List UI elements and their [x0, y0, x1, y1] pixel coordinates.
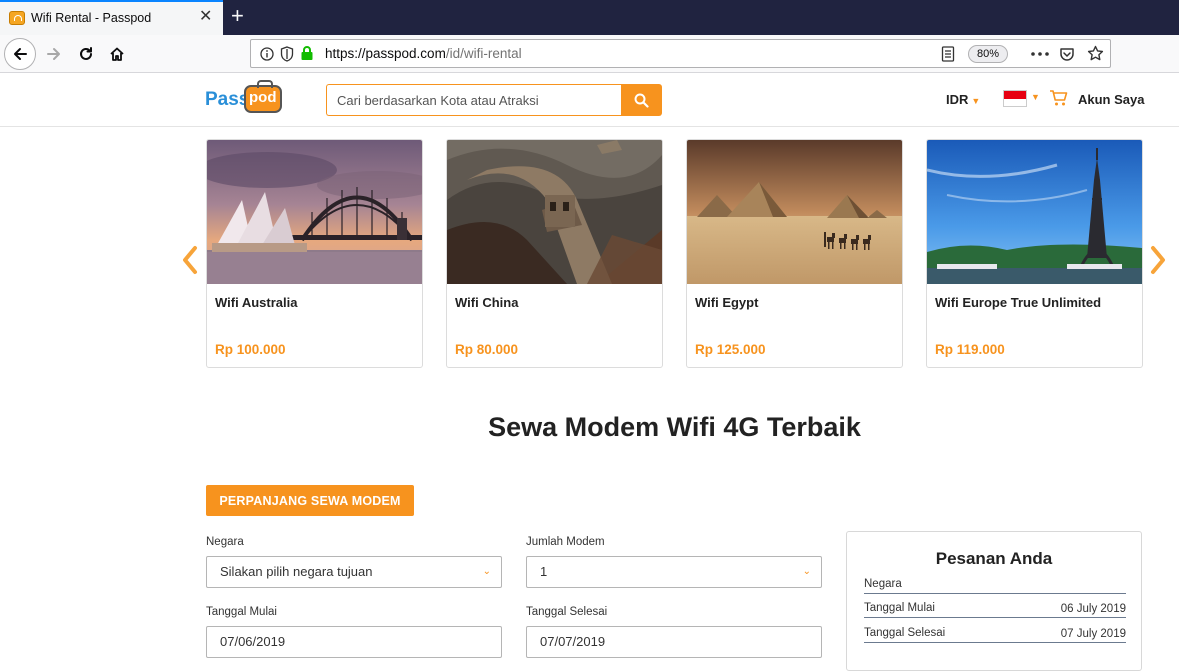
back-button[interactable] [4, 38, 36, 70]
reload-icon [80, 47, 92, 60]
reload-button[interactable] [70, 38, 102, 70]
site-header: Pass pod IDR▼ ▼ Akun Saya [0, 73, 1179, 127]
passpod-favicon-icon [9, 11, 25, 25]
page-actions-more-icon[interactable] [1031, 52, 1049, 56]
summary-row-country: Negara [864, 570, 1126, 594]
product-price: Rp 100.000 [215, 342, 286, 357]
language-chevron-down-icon[interactable]: ▼ [1031, 92, 1040, 102]
carousel-prev-arrow-icon[interactable] [180, 245, 200, 275]
chevron-down-icon: ▼ [971, 95, 981, 106]
bookmark-star-icon[interactable] [1087, 45, 1104, 62]
logo-text-pass: Pass [205, 89, 250, 110]
reader-view-icon[interactable] [941, 46, 955, 62]
zoom-level-badge[interactable]: 80% [968, 45, 1008, 63]
browser-tab-bar: Wifi Rental - Passpod ✕ + [0, 0, 1179, 35]
home-button[interactable] [101, 38, 133, 70]
browser-toolbar: https://passpod.com/id/wifi-rental 80% [0, 35, 1179, 73]
country-select[interactable]: Silakan pilih negara tujuan ⌄ [206, 556, 502, 588]
extend-rental-button[interactable]: PERPANJANG SEWA MODEM [206, 485, 414, 516]
start-date-input[interactable]: 07/06/2019 [206, 626, 502, 658]
country-select-value: Silakan pilih negara tujuan [220, 564, 373, 579]
secure-lock-icon[interactable] [300, 45, 314, 61]
info-icon[interactable] [260, 47, 274, 61]
country-label: Negara [206, 536, 244, 548]
forward-arrow-icon [47, 48, 60, 60]
product-title: Wifi Australia [215, 295, 298, 310]
summary-value: 06 July 2019 [1060, 603, 1126, 615]
logo-suitcase-icon: pod [244, 80, 282, 113]
new-tab-button[interactable]: + [231, 3, 244, 29]
product-card-china[interactable]: Wifi China Rp 80.000 [446, 139, 663, 368]
logo-text-pod: pod [249, 89, 277, 106]
eiffel-tower-image [927, 140, 1142, 284]
quantity-select-value: 1 [540, 564, 548, 579]
back-arrow-icon [14, 48, 27, 60]
search-button[interactable] [621, 84, 662, 116]
url-host: https://passpod.com [325, 46, 446, 61]
product-price: Rp 125.000 [695, 342, 766, 357]
start-date-label: Tanggal Mulai [206, 606, 277, 618]
great-wall-image [447, 140, 662, 284]
cart-icon[interactable] [1049, 89, 1069, 107]
summary-row-start-date: Tanggal Mulai 06 July 2019 [864, 594, 1126, 618]
product-card-egypt[interactable]: Wifi Egypt Rp 125.000 [686, 139, 903, 368]
quantity-select[interactable]: 1 ⌄ [526, 556, 822, 588]
tab-title: Wifi Rental - Passpod [31, 11, 152, 25]
forward-button[interactable] [38, 38, 70, 70]
product-card-europe[interactable]: Wifi Europe True Unlimited Rp 119.000 [926, 139, 1143, 368]
carousel-next-arrow-icon[interactable] [1148, 245, 1168, 275]
page-title: Sewa Modem Wifi 4G Terbaik [488, 412, 861, 442]
indonesia-flag-icon[interactable] [1003, 90, 1027, 107]
currency-label: IDR [946, 92, 969, 107]
close-tab-icon[interactable]: ✕ [199, 9, 212, 25]
home-icon [110, 47, 124, 61]
start-date-value: 07/06/2019 [220, 634, 286, 649]
order-summary-title: Pesanan Anda [935, 549, 1053, 568]
currency-selector[interactable]: IDR ▼ [946, 92, 980, 107]
product-price: Rp 80.000 [455, 342, 519, 357]
tracking-shield-icon[interactable] [280, 46, 294, 62]
end-date-input[interactable]: 07/07/2019 [526, 626, 822, 658]
pyramids-image [687, 140, 902, 284]
end-date-value: 07/07/2019 [540, 634, 606, 649]
product-title: Wifi China [455, 295, 519, 310]
order-summary-panel: Pesanan Anda Negara Tanggal Mulai 06 Jul… [846, 531, 1142, 671]
summary-value: 07 July 2019 [1060, 628, 1126, 640]
url-path: /id/wifi-rental [445, 46, 522, 61]
chevron-down-icon: ⌄ [802, 566, 811, 577]
summary-row-end-date: Tanggal Selesai 07 July 2019 [864, 619, 1126, 643]
summary-key: Negara [864, 578, 902, 590]
quantity-label: Jumlah Modem [526, 536, 605, 548]
end-date-label: Tanggal Selesai [526, 606, 608, 618]
url-text[interactable]: https://passpod.com/id/wifi-rental [325, 46, 522, 61]
product-title: Wifi Egypt [695, 295, 759, 310]
sydney-opera-house-image [207, 140, 422, 284]
summary-key: Tanggal Selesai [864, 627, 946, 639]
url-bar[interactable]: https://passpod.com/id/wifi-rental 80% [250, 39, 1111, 68]
product-card-australia[interactable]: Wifi Australia Rp 100.000 [206, 139, 423, 368]
summary-key: Tanggal Mulai [864, 602, 935, 614]
chevron-down-icon: ⌄ [482, 566, 491, 577]
passpod-logo[interactable]: Pass pod [205, 80, 285, 117]
pocket-icon[interactable] [1059, 46, 1075, 62]
browser-tab[interactable]: Wifi Rental - Passpod ✕ [0, 0, 223, 35]
product-title: Wifi Europe True Unlimited [935, 295, 1102, 310]
search-input[interactable] [326, 84, 622, 116]
account-link[interactable]: Akun Saya [1078, 92, 1144, 107]
product-price: Rp 119.000 [935, 342, 1005, 357]
search-icon [634, 93, 649, 108]
